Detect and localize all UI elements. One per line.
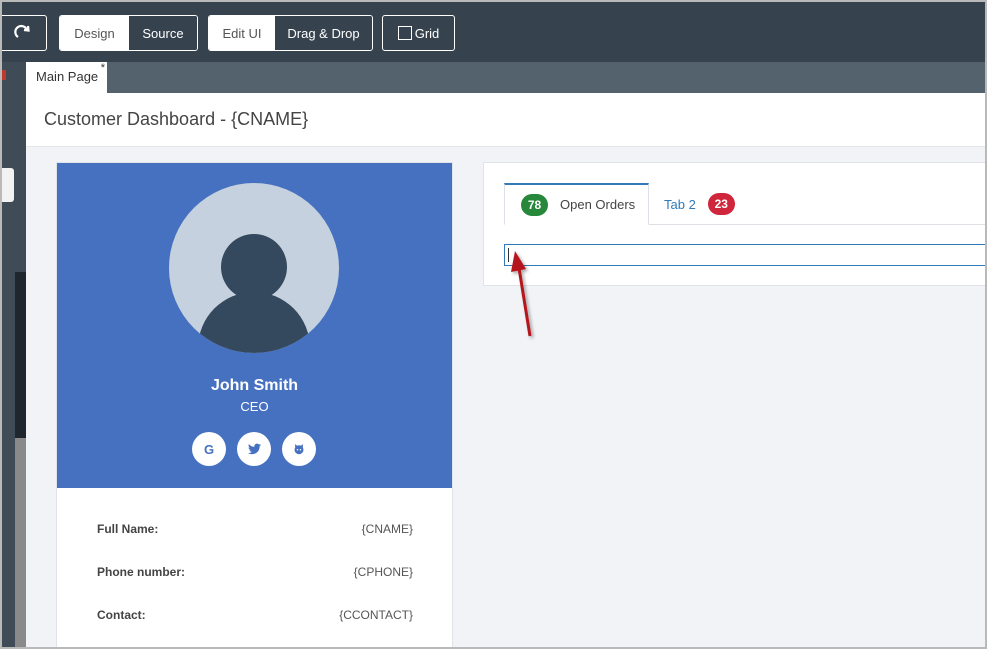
window-frame: Design Source Edit UI Drag & Drop Grid M… [0, 0, 987, 649]
annotation-arrow [511, 251, 532, 337]
